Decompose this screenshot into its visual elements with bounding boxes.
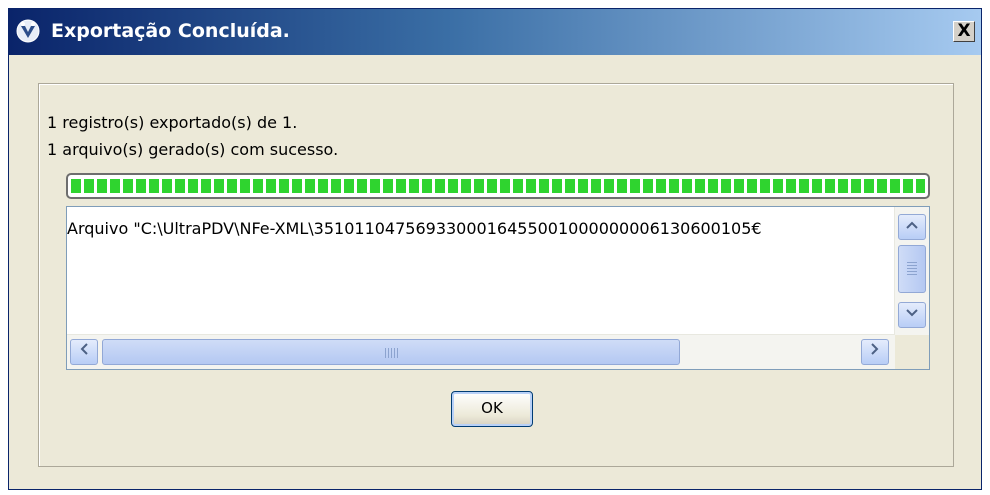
grip-icon bbox=[907, 262, 917, 276]
window-title: Exportação Concluída. bbox=[51, 20, 290, 42]
scrollbar-corner bbox=[895, 335, 929, 369]
progress-fill bbox=[71, 179, 925, 193]
progress-bar bbox=[66, 173, 930, 199]
scroll-left-button[interactable] bbox=[70, 339, 98, 365]
files-generated-label: 1 arquivo(s) gerado(s) com sucesso. bbox=[47, 140, 339, 159]
horizontal-scrollbar[interactable] bbox=[67, 334, 895, 369]
vertical-scroll-thumb[interactable] bbox=[898, 245, 926, 293]
log-line: Arquivo "C:\UltraPDV\NFe-XML\35101104756… bbox=[67, 219, 762, 238]
scroll-down-button[interactable] bbox=[898, 302, 926, 328]
vertical-scrollbar[interactable] bbox=[894, 207, 929, 335]
log-textarea[interactable]: Arquivo "C:\UltraPDV\NFe-XML\35101104756… bbox=[66, 206, 930, 370]
scroll-right-button[interactable] bbox=[861, 339, 889, 365]
records-exported-label: 1 registro(s) exportado(s) de 1. bbox=[47, 113, 298, 132]
app-logo-icon bbox=[15, 18, 41, 44]
chevron-up-icon bbox=[906, 219, 918, 234]
ok-button[interactable]: OK bbox=[451, 391, 533, 427]
close-icon: X bbox=[957, 21, 971, 41]
scroll-up-button[interactable] bbox=[898, 214, 926, 240]
horizontal-scroll-thumb[interactable] bbox=[102, 339, 680, 365]
chevron-down-icon bbox=[906, 307, 918, 322]
chevron-right-icon bbox=[870, 343, 880, 359]
grip-icon bbox=[385, 348, 399, 358]
title-bar[interactable]: Exportação Concluída. X bbox=[9, 9, 981, 55]
close-button[interactable]: X bbox=[953, 21, 975, 42]
chevron-left-icon bbox=[79, 343, 89, 359]
